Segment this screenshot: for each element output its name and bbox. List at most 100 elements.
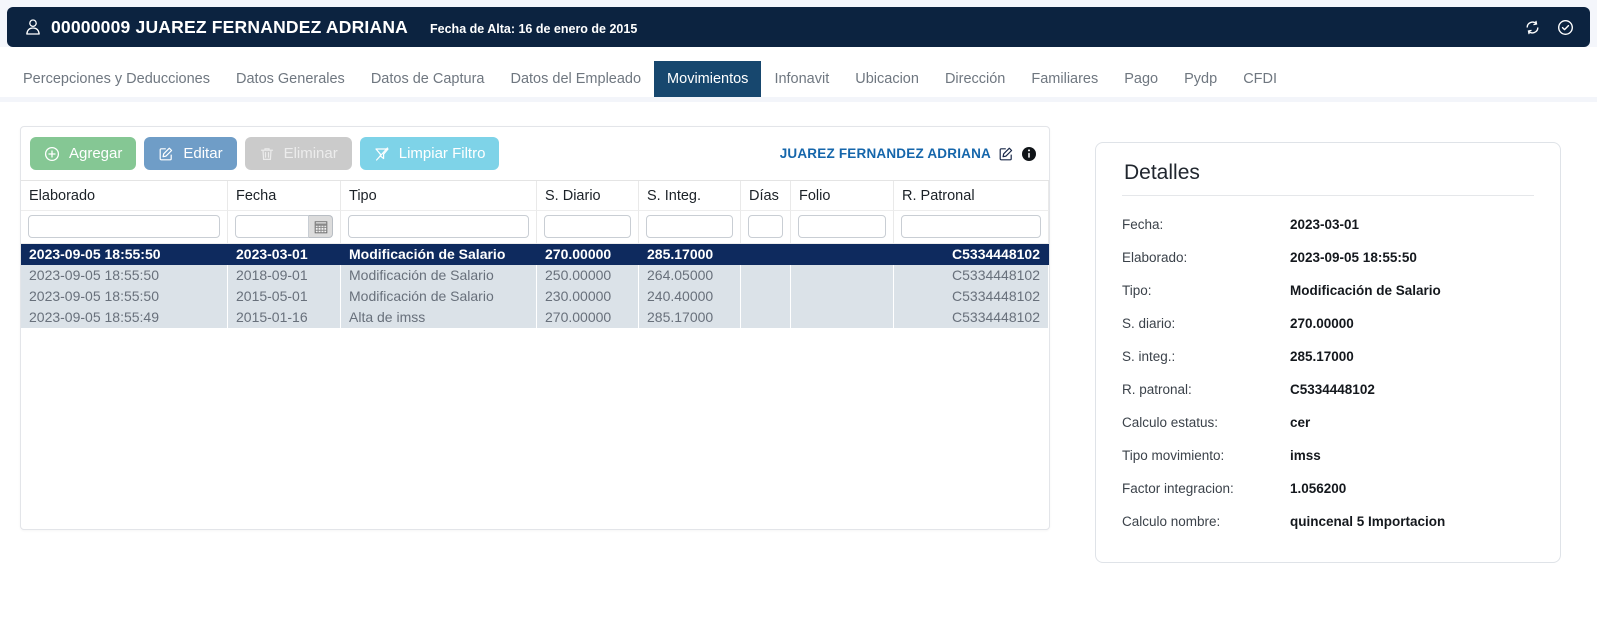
column-header-tipo[interactable]: Tipo — [341, 181, 537, 211]
column-header-elaborado[interactable]: Elaborado — [21, 181, 228, 211]
cell-fecha: 2015-01-16 — [228, 307, 341, 328]
limpiar-filtro-label: Limpiar Filtro — [399, 145, 486, 162]
trash-icon — [259, 146, 275, 162]
filter-input-folio[interactable] — [798, 215, 886, 238]
table-header-row: Elaborado Fecha Tipo S. Diario S. Integ.… — [21, 180, 1049, 211]
filter-input-s-diario[interactable] — [544, 215, 631, 238]
detail-row: Tipo: Modificación de Salario — [1122, 274, 1534, 307]
editar-label: Editar — [183, 145, 222, 162]
employee-id-name: 00000009 JUAREZ FERNANDEZ ADRIANA — [51, 17, 408, 38]
filter-input-fecha[interactable] — [235, 215, 309, 238]
check-circle-icon[interactable] — [1557, 19, 1574, 36]
cell-tipo: Modificación de Salario — [341, 286, 537, 307]
tab-infonavit[interactable]: Infonavit — [761, 61, 842, 97]
detail-value: 2023-09-05 18:55:50 — [1290, 250, 1417, 265]
detail-row: R. patronal: C5334448102 — [1122, 373, 1534, 406]
details-panel: Detalles Fecha: 2023-03-01 Elaborado: 20… — [1095, 142, 1561, 563]
tab-cfdi[interactable]: CFDI — [1230, 61, 1290, 97]
cell-dias — [741, 286, 791, 307]
detail-value: quincenal 5 Importacion — [1290, 514, 1445, 529]
detail-row: Calculo estatus: cer — [1122, 406, 1534, 439]
editar-button[interactable]: Editar — [144, 137, 236, 170]
column-header-folio[interactable]: Folio — [791, 181, 894, 211]
tab-ubicacion[interactable]: Ubicacion — [842, 61, 932, 97]
table-row[interactable]: 2023-09-05 18:55:49 2015-01-16 Alta de i… — [21, 307, 1049, 328]
column-header-fecha[interactable]: Fecha — [228, 181, 341, 211]
tab-movimientos[interactable]: Movimientos — [654, 61, 761, 97]
detail-value: imss — [1290, 448, 1321, 463]
tab-percepciones-y-deducciones[interactable]: Percepciones y Deducciones — [10, 61, 223, 97]
cell-s-integ: 240.40000 — [639, 286, 741, 307]
cell-s-diario: 270.00000 — [537, 307, 639, 328]
table-empty-area — [21, 328, 1049, 529]
detail-label: Elaborado: — [1122, 250, 1290, 265]
details-list: Fecha: 2023-03-01 Elaborado: 2023-09-05 … — [1122, 208, 1534, 538]
tab-familiares[interactable]: Familiares — [1018, 61, 1111, 97]
cell-r-patronal: C5334448102 — [894, 286, 1049, 307]
selected-employee-link[interactable]: JUAREZ FERNANDEZ ADRIANA — [780, 146, 991, 161]
detail-row: Tipo movimiento: imss — [1122, 439, 1534, 472]
cell-tipo: Modificación de Salario — [341, 265, 537, 286]
table-row[interactable]: 2023-09-05 18:55:50 2015-05-01 Modificac… — [21, 286, 1049, 307]
details-title: Detalles — [1122, 159, 1534, 196]
cell-elaborado: 2023-09-05 18:55:50 — [21, 265, 228, 286]
fecha-alta-label: Fecha de Alta: 16 de enero de 2015 — [430, 22, 637, 36]
filter-input-r-patronal[interactable] — [901, 215, 1041, 238]
filter-input-elaborado[interactable] — [28, 215, 220, 238]
agregar-label: Agregar — [69, 145, 122, 162]
detail-label: S. diario: — [1122, 316, 1290, 331]
column-header-s-diario[interactable]: S. Diario — [537, 181, 639, 211]
cell-s-integ: 285.17000 — [639, 244, 741, 265]
detail-label: Tipo movimiento: — [1122, 448, 1290, 463]
tab-direccion[interactable]: Dirección — [932, 61, 1018, 97]
tab-datos-generales[interactable]: Datos Generales — [223, 61, 358, 97]
content-area: Agregar Editar Eliminar — [0, 102, 1597, 563]
cell-elaborado: 2023-09-05 18:55:50 — [21, 244, 228, 265]
cell-tipo: Alta de imss — [341, 307, 537, 328]
cell-fecha: 2018-09-01 — [228, 265, 341, 286]
cell-s-integ: 285.17000 — [639, 307, 741, 328]
movements-toolbar: Agregar Editar Eliminar — [21, 127, 1049, 180]
tab-pago[interactable]: Pago — [1111, 61, 1171, 97]
plus-circle-icon — [44, 146, 60, 162]
cell-elaborado: 2023-09-05 18:55:49 — [21, 307, 228, 328]
tab-datos-del-empleado[interactable]: Datos del Empleado — [497, 61, 654, 97]
detail-value: 1.056200 — [1290, 481, 1346, 496]
cell-s-diario: 250.00000 — [537, 265, 639, 286]
filter-input-tipo[interactable] — [348, 215, 529, 238]
detail-value: 2023-03-01 — [1290, 217, 1359, 232]
filter-input-s-integ[interactable] — [646, 215, 733, 238]
tab-pydp[interactable]: Pydp — [1171, 61, 1230, 97]
detail-value: cer — [1290, 415, 1310, 430]
table-filter-row — [21, 211, 1049, 244]
cell-folio — [791, 307, 894, 328]
employee-header-bar: 00000009 JUAREZ FERNANDEZ ADRIANA Fecha … — [7, 7, 1590, 47]
agregar-button[interactable]: Agregar — [30, 137, 136, 170]
info-icon[interactable] — [1021, 146, 1037, 162]
cell-fecha: 2015-05-01 — [228, 286, 341, 307]
detail-row: S. integ.: 285.17000 — [1122, 340, 1534, 373]
column-header-dias[interactable]: Días — [741, 181, 791, 211]
calendar-icon[interactable] — [309, 215, 333, 238]
cell-folio — [791, 265, 894, 286]
employee-edit-icon[interactable] — [998, 146, 1014, 162]
detail-label: Calculo nombre: — [1122, 514, 1290, 529]
detail-value: 270.00000 — [1290, 316, 1354, 331]
eliminar-button[interactable]: Eliminar — [245, 137, 352, 170]
cell-dias — [741, 307, 791, 328]
detail-label: Calculo estatus: — [1122, 415, 1290, 430]
cell-fecha: 2023-03-01 — [228, 244, 341, 265]
table-row[interactable]: 2023-09-05 18:55:50 2018-09-01 Modificac… — [21, 265, 1049, 286]
table-row[interactable]: 2023-09-05 18:55:50 2023-03-01 Modificac… — [21, 244, 1049, 265]
filter-input-dias[interactable] — [748, 215, 783, 238]
column-header-r-patronal[interactable]: R. Patronal — [894, 181, 1049, 211]
limpiar-filtro-button[interactable]: Limpiar Filtro — [360, 137, 500, 170]
sync-icon[interactable] — [1524, 19, 1541, 36]
cell-r-patronal: C5334448102 — [894, 265, 1049, 286]
column-header-s-integ[interactable]: S. Integ. — [639, 181, 741, 211]
cell-folio — [791, 244, 894, 265]
cell-r-patronal: C5334448102 — [894, 307, 1049, 328]
cell-s-diario: 270.00000 — [537, 244, 639, 265]
detail-label: R. patronal: — [1122, 382, 1290, 397]
tab-datos-de-captura[interactable]: Datos de Captura — [358, 61, 498, 97]
